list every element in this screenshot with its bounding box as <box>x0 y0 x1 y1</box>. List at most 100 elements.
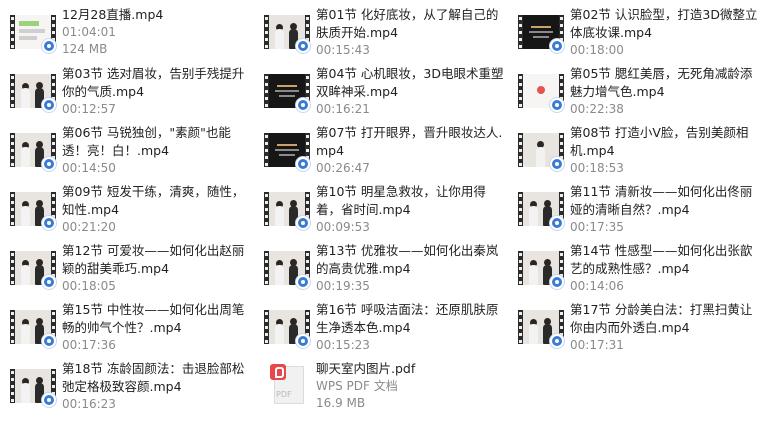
file-detail: 00:26:47 <box>316 161 370 175</box>
video-file-icon <box>264 15 310 53</box>
file-item-video[interactable]: 第02节 认识脸型，打造3D微整立体底妆课.mp4 00:18:00 <box>518 6 760 60</box>
file-meta: 12月28直播.mp4 01:04:01 124 MB <box>62 6 252 58</box>
file-size: 16.9 MB <box>316 396 366 410</box>
file-grid: 12月28直播.mp4 01:04:01 124 MB 第01节 化好底妆，从了解自己… <box>0 0 776 439</box>
file-meta: 第01节 化好底妆，从了解自己的肤质开始.mp4 00:15:43 <box>316 6 506 59</box>
file-detail: 00:14:06 <box>570 279 624 293</box>
media-player-badge-icon <box>550 216 564 230</box>
video-file-icon <box>10 74 56 112</box>
media-player-badge-icon <box>550 98 564 112</box>
file-detail: 00:18:53 <box>570 161 624 175</box>
file-detail: 00:22:38 <box>570 102 624 116</box>
media-player-badge-icon <box>550 275 564 289</box>
file-item-video[interactable]: 第06节 马锐独创，"素颜"也能透！亮！白！.mp4 00:14:50 <box>10 124 252 178</box>
file-item-video[interactable]: 第01节 化好底妆，从了解自己的肤质开始.mp4 00:15:43 <box>264 6 506 60</box>
file-meta: 第09节 短发干练，清爽，随性，知性.mp4 00:21:20 <box>62 183 252 236</box>
file-meta: 第10节 明星急救妆，让你用得着，省时间.mp4 00:09:53 <box>316 183 506 236</box>
media-player-badge-icon <box>42 157 56 171</box>
file-name: 第03节 选对眉妆，告别手残提升你的气质.mp4 <box>62 66 245 99</box>
media-player-badge-icon <box>42 39 56 53</box>
file-name: 第15节 中性妆——如何化出周笔畅的帅气个性？.mp4 <box>62 302 245 335</box>
file-detail: 00:16:23 <box>62 397 116 411</box>
file-meta: 第14节 性感型——如何化出张歆艺的成熟性感？.mp4 00:14:06 <box>570 242 760 295</box>
media-player-badge-icon <box>296 275 310 289</box>
file-detail: 00:17:36 <box>62 338 116 352</box>
file-meta: 第18节 冻龄固颜法：击退脸部松弛定格极致容颜.mp4 00:16:23 <box>62 360 252 413</box>
file-detail: 00:17:35 <box>570 220 624 234</box>
file-name: 第09节 短发干练，清爽，随性，知性.mp4 <box>62 184 245 217</box>
media-player-badge-icon <box>296 98 310 112</box>
file-item-pdf[interactable]: PDF 聊天室内图片.pdf WPS PDF 文档 16.9 MB <box>264 360 506 414</box>
file-item-video[interactable]: 第15节 中性妆——如何化出周笔畅的帅气个性？.mp4 00:17:36 <box>10 301 252 355</box>
file-item-video[interactable]: 第03节 选对眉妆，告别手残提升你的气质.mp4 00:12:57 <box>10 65 252 119</box>
video-file-icon <box>518 192 564 230</box>
video-file-icon <box>518 133 564 171</box>
file-meta: 第17节 分龄美白法：打黑扫黄让你由内而外透白.mp4 00:17:31 <box>570 301 760 354</box>
video-file-icon <box>10 192 56 230</box>
file-name: 第02节 认识脸型，打造3D微整立体底妆课.mp4 <box>570 7 758 40</box>
media-player-badge-icon <box>42 216 56 230</box>
video-file-icon <box>264 133 310 171</box>
file-meta: 聊天室内图片.pdf WPS PDF 文档 16.9 MB <box>316 360 506 412</box>
file-item-video[interactable]: 第11节 清新妆——如何化出佟丽娅的清晰自然？.mp4 00:17:35 <box>518 183 760 237</box>
video-file-icon <box>518 310 564 348</box>
file-name: 第14节 性感型——如何化出张歆艺的成熟性感？.mp4 <box>570 243 753 276</box>
file-item-video[interactable]: 12月28直播.mp4 01:04:01 124 MB <box>10 6 252 60</box>
file-meta: 第04节 心机眼妆，3D电眼术重塑双眸神采.mp4 00:16:21 <box>316 65 506 118</box>
file-item-video[interactable]: 第08节 打造小V脸，告别美颜相机.mp4 00:18:53 <box>518 124 760 178</box>
file-item-video[interactable]: 第05节 腮红美唇，无死角减龄添魅力增气色.mp4 00:22:38 <box>518 65 760 119</box>
file-name: 第12节 可爱妆——如何化出赵丽颖的甜美乖巧.mp4 <box>62 243 245 276</box>
file-size: 124 MB <box>62 42 108 56</box>
file-item-video[interactable]: 第07节 打开眼界，晋升眼妆达人.mp4 00:26:47 <box>264 124 506 178</box>
file-item-video[interactable]: 第13节 优雅妆——如何化出秦岚的高贵优雅.mp4 00:19:35 <box>264 242 506 296</box>
media-player-badge-icon <box>296 39 310 53</box>
file-item-video[interactable]: 第12节 可爱妆——如何化出赵丽颖的甜美乖巧.mp4 00:18:05 <box>10 242 252 296</box>
file-detail: WPS PDF 文档 <box>316 379 398 393</box>
media-player-badge-icon <box>42 393 56 407</box>
file-name: 第05节 腮红美唇，无死角减龄添魅力增气色.mp4 <box>570 66 753 99</box>
file-name: 第10节 明星急救妆，让你用得着，省时间.mp4 <box>316 184 486 217</box>
file-item-video[interactable]: 第09节 短发干练，清爽，随性，知性.mp4 00:21:20 <box>10 183 252 237</box>
file-meta: 第05节 腮红美唇，无死角减龄添魅力增气色.mp4 00:22:38 <box>570 65 760 118</box>
file-detail: 00:18:05 <box>62 279 116 293</box>
pdf-file-icon: PDF <box>270 364 304 404</box>
file-detail: 00:17:31 <box>570 338 624 352</box>
file-item-video[interactable]: 第04节 心机眼妆，3D电眼术重塑双眸神采.mp4 00:16:21 <box>264 65 506 119</box>
video-file-icon <box>10 369 56 407</box>
file-name: 第11节 清新妆——如何化出佟丽娅的清晰自然？.mp4 <box>570 184 753 217</box>
file-meta: 第12节 可爱妆——如何化出赵丽颖的甜美乖巧.mp4 00:18:05 <box>62 242 252 295</box>
file-item-video[interactable]: 第14节 性感型——如何化出张歆艺的成熟性感？.mp4 00:14:06 <box>518 242 760 296</box>
file-item-video[interactable]: 第10节 明星急救妆，让你用得着，省时间.mp4 00:09:53 <box>264 183 506 237</box>
file-meta: 第03节 选对眉妆，告别手残提升你的气质.mp4 00:12:57 <box>62 65 252 118</box>
video-file-icon <box>518 251 564 289</box>
file-item-video[interactable]: 第18节 冻龄固颜法：击退脸部松弛定格极致容颜.mp4 00:16:23 <box>10 360 252 414</box>
media-player-badge-icon <box>42 98 56 112</box>
media-player-badge-icon <box>42 275 56 289</box>
media-player-badge-icon <box>296 157 310 171</box>
file-detail: 00:16:21 <box>316 102 370 116</box>
file-detail: 00:12:57 <box>62 102 116 116</box>
file-detail: 00:18:00 <box>570 43 624 57</box>
file-detail: 01:04:01 <box>62 25 116 39</box>
video-file-icon <box>264 74 310 112</box>
file-item-video[interactable]: 第16节 呼吸洁面法：还原肌肤原生净透本色.mp4 00:15:23 <box>264 301 506 355</box>
file-meta: 第13节 优雅妆——如何化出秦岚的高贵优雅.mp4 00:19:35 <box>316 242 506 295</box>
file-item-video[interactable]: 第17节 分龄美白法：打黑扫黄让你由内而外透白.mp4 00:17:31 <box>518 301 760 355</box>
file-meta: 第11节 清新妆——如何化出佟丽娅的清晰自然？.mp4 00:17:35 <box>570 183 760 236</box>
video-file-icon <box>10 310 56 348</box>
video-file-icon <box>10 15 56 53</box>
file-name: 第08节 打造小V脸，告别美颜相机.mp4 <box>570 125 749 158</box>
media-player-badge-icon <box>296 216 310 230</box>
file-meta: 第16节 呼吸洁面法：还原肌肤原生净透本色.mp4 00:15:23 <box>316 301 506 354</box>
media-player-badge-icon <box>550 334 564 348</box>
file-name: 聊天室内图片.pdf <box>316 361 416 376</box>
file-detail: 00:21:20 <box>62 220 116 234</box>
file-name: 12月28直播.mp4 <box>62 7 164 22</box>
file-name: 第18节 冻龄固颜法：击退脸部松弛定格极致容颜.mp4 <box>62 361 245 394</box>
video-file-icon <box>518 15 564 53</box>
file-name: 第17节 分龄美白法：打黑扫黄让你由内而外透白.mp4 <box>570 302 753 335</box>
file-detail: 00:14:50 <box>62 161 116 175</box>
file-detail: 00:09:53 <box>316 220 370 234</box>
video-file-icon <box>264 192 310 230</box>
media-player-badge-icon <box>296 334 310 348</box>
